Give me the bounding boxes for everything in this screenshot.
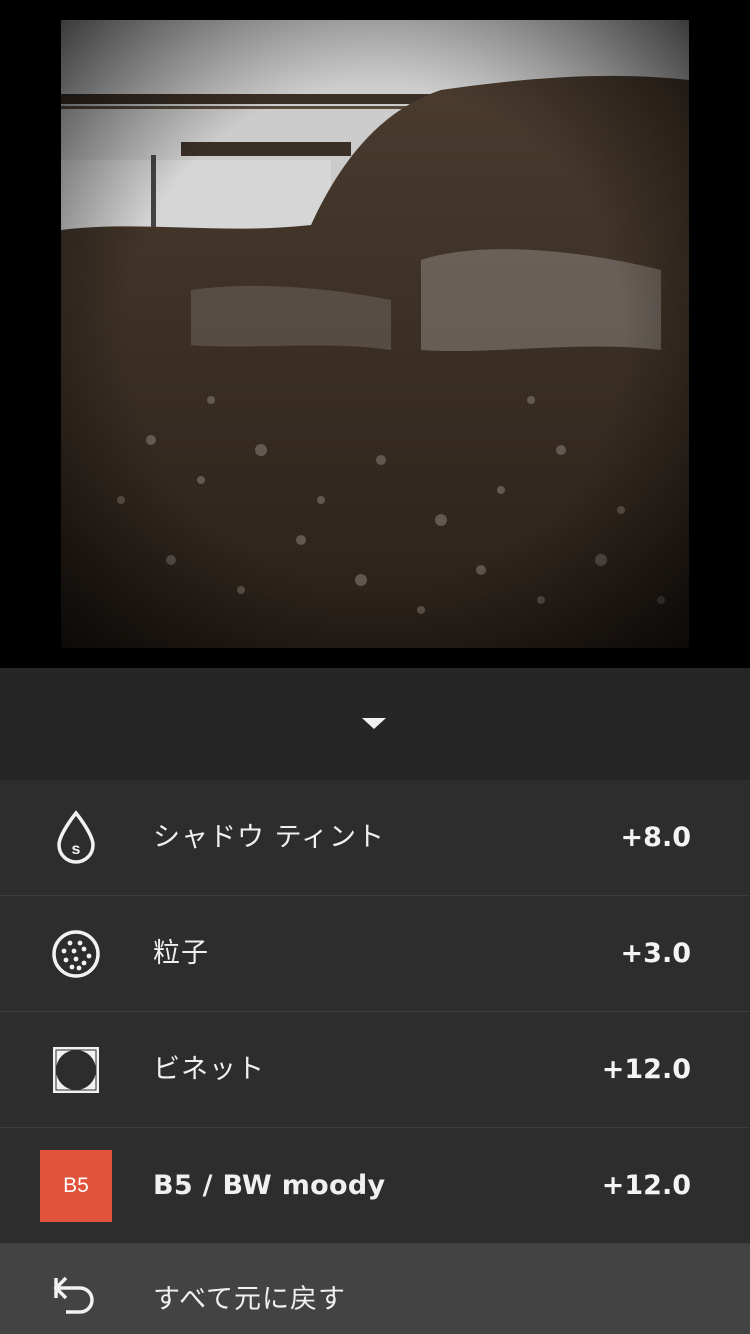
filter-value: +12.0	[601, 1170, 691, 1201]
shadow-tint-icon: s	[40, 802, 112, 874]
photo-preview[interactable]	[61, 20, 689, 648]
adjustment-value: +8.0	[620, 822, 691, 853]
reset-label: すべて元に戻す	[153, 1284, 347, 1315]
adjustment-row-vignette[interactable]: ビネット +12.0	[0, 1012, 750, 1128]
adjustment-value: +3.0	[620, 938, 691, 969]
grain-icon	[40, 918, 112, 990]
undo-icon	[52, 1274, 100, 1314]
filter-badge-container: B5	[40, 1150, 112, 1222]
adjustment-label: 粒子	[153, 938, 209, 969]
adjustment-label: シャドウ ティント	[153, 822, 385, 853]
adjustment-label: ビネット	[153, 1054, 265, 1085]
chevron-down-icon[interactable]	[362, 718, 386, 729]
filter-row[interactable]: B5 B5 / BW moody +12.0	[0, 1128, 750, 1244]
reset-all-button[interactable]: すべて元に戻す	[0, 1244, 750, 1334]
adjustment-row-shadow-tint[interactable]: s シャドウ ティント +8.0	[0, 780, 750, 896]
svg-text:s: s	[72, 841, 81, 858]
adjustment-value: +12.0	[601, 1054, 691, 1085]
filter-badge: B5	[40, 1150, 112, 1222]
photo-preview-area	[0, 0, 750, 668]
adjustment-list: s シャドウ ティント +8.0 粒子 +3.0 ビネット +12.0 B5 B…	[0, 780, 750, 1244]
collapse-panel-bar[interactable]	[0, 668, 750, 780]
photo-image	[61, 20, 689, 648]
filter-label: B5 / BW moody	[153, 1170, 386, 1201]
vignette-icon	[40, 1034, 112, 1106]
adjustment-row-grain[interactable]: 粒子 +3.0	[0, 896, 750, 1012]
editor-screen: s シャドウ ティント +8.0 粒子 +3.0 ビネット +12.0 B5 B…	[0, 0, 750, 1334]
